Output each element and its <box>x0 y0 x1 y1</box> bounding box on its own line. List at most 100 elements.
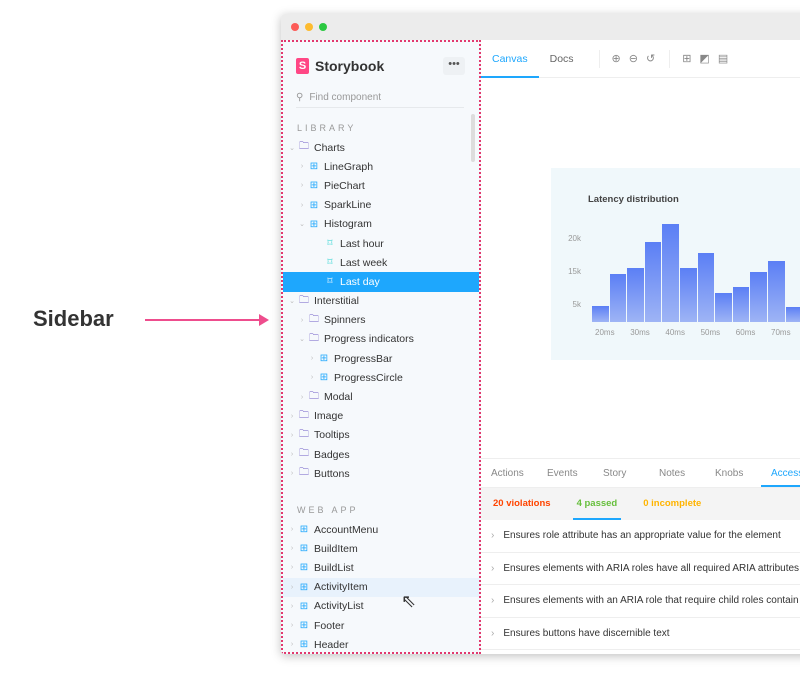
tree-item[interactable]: › ⊞ ProgressCircle <box>283 368 479 387</box>
tree-item[interactable]: › ⊞ PieChart <box>283 176 479 195</box>
component-icon: ⊞ <box>299 600 309 612</box>
addon-tab[interactable]: Accessibility <box>761 459 800 487</box>
tree-item[interactable]: › ⊞ Header <box>283 635 479 652</box>
tree-item-label: Last hour <box>340 237 384 250</box>
tree-item[interactable]: › ⊞ BuildItem <box>283 539 479 558</box>
tree-item-label: Histogram <box>324 218 372 231</box>
chevron-icon: › <box>300 182 304 190</box>
tree-item[interactable]: › ⊞ ProgressBar <box>283 349 479 368</box>
component-icon: ⊞ <box>299 543 309 555</box>
folder-icon: 🗀 <box>299 141 309 153</box>
tree-item[interactable]: › 🗀 Tooltips <box>283 426 479 445</box>
tree-item[interactable]: ⌄ 🗀 Progress indicators <box>283 330 479 349</box>
rule-row[interactable]: › Ensures elements with ARIA roles have a… <box>481 553 800 585</box>
tree-item-label: Header <box>314 638 349 651</box>
tree-item-label: SparkLine <box>324 199 372 212</box>
tree-item[interactable]: › 🗀 Image <box>283 407 479 426</box>
tree-item[interactable]: › ⊞ ActivityItem <box>283 577 479 597</box>
addon-tab[interactable]: Notes <box>649 459 705 487</box>
search-input[interactable]: ⚲ Find component <box>296 88 464 108</box>
component-icon: ⊞ <box>319 372 329 384</box>
folder-icon: 🗀 <box>299 428 309 440</box>
folder-icon: 🗀 <box>299 294 309 306</box>
tree-item[interactable]: › ⊞ LineGraph <box>283 157 479 176</box>
tree-item-label: LineGraph <box>324 160 374 173</box>
zoom-reset-icon[interactable]: ↺ <box>646 52 655 65</box>
tree-item[interactable]: ⌑ Last week <box>283 253 479 272</box>
subtab[interactable]: 4 passed <box>572 488 622 520</box>
histogram-bar <box>785 306 800 322</box>
folder-icon: 🗀 <box>299 448 309 460</box>
tree-item[interactable]: › 🗀 Spinners <box>283 311 479 330</box>
chevron-icon: › <box>300 201 304 209</box>
chevron-right-icon: › <box>491 595 495 607</box>
tree-item-label: AccountMenu <box>314 523 379 536</box>
addon-tab[interactable]: Story <box>593 459 649 487</box>
rule-row[interactable]: › Ensures buttons have discernible text <box>481 618 800 650</box>
chevron-icon: ⌄ <box>299 336 305 344</box>
histogram-bar <box>644 242 662 322</box>
tree-item-label: BuildList <box>314 561 354 574</box>
histogram-chart: Latency distribution 20k 15k 5k 20ms 30ms… <box>551 168 800 360</box>
tree-item[interactable]: › 🗀 Modal <box>283 387 479 406</box>
maximize-window-button[interactable] <box>319 23 327 31</box>
rule-row[interactable]: › Ensures elements with an ARIA role that… <box>481 585 800 618</box>
tree-item-label: Spinners <box>324 314 366 327</box>
tree-item[interactable]: › ⊞ Footer <box>283 616 479 635</box>
chart-title: Latency distribution <box>588 194 679 205</box>
brand[interactable]: S Storybook <box>296 58 384 74</box>
component-icon: ⊞ <box>309 199 319 211</box>
tab-docs[interactable]: Docs <box>539 40 585 78</box>
tree-item[interactable]: › 🗀 Badges <box>283 445 479 464</box>
x-tick-label: 40ms <box>665 328 685 337</box>
rule-row[interactable]: › Ensures role attribute has an appropria… <box>481 520 800 553</box>
tree-item-label: PieChart <box>324 179 365 192</box>
chevron-icon: › <box>290 526 294 534</box>
rule-text: Ensures elements with an ARIA role that … <box>503 595 800 607</box>
histogram-bar <box>732 287 750 322</box>
tree-item-label: ActivityList <box>314 600 364 613</box>
chevron-icon: ⌄ <box>299 221 305 229</box>
minimize-window-button[interactable] <box>305 23 313 31</box>
more-options-button[interactable]: ••• <box>443 57 465 75</box>
component-icon: ⊞ <box>309 161 319 173</box>
histogram-bar <box>750 272 767 322</box>
bookmark-icon: ⌑ <box>327 276 333 288</box>
viewport-icon[interactable]: ▤ <box>718 52 728 65</box>
subtab[interactable]: 0 incomplete <box>643 488 701 520</box>
bookmark-icon: ⌑ <box>327 238 333 250</box>
component-icon: ⊞ <box>319 353 329 365</box>
tree-item[interactable]: › ⊞ AccountMenu <box>283 520 479 539</box>
component-icon: ⊞ <box>299 620 309 632</box>
tab-canvas[interactable]: Canvas <box>481 40 539 78</box>
tree-item[interactable]: › ⊞ ActivityList <box>283 597 479 616</box>
grid-icon[interactable]: ⊞ <box>682 52 691 65</box>
tree-item[interactable]: › 🗀 Buttons <box>283 464 479 483</box>
main-panel: Canvas Docs ⊕ ⊖ ↺ ⊞ ◩ ▤ Latency distribu… <box>481 40 800 654</box>
addon-tab[interactable]: Knobs <box>705 459 761 487</box>
addon-tab[interactable]: Events <box>537 459 593 487</box>
addon-tab[interactable]: Actions <box>481 459 537 487</box>
rule-text: Ensures buttons have discernible text <box>503 627 670 639</box>
tree-item[interactable]: › ⊞ BuildList <box>283 558 479 577</box>
chevron-icon: › <box>290 470 294 478</box>
chevron-icon: ⌄ <box>289 298 295 306</box>
zoom-in-icon[interactable]: ⊕ <box>612 52 621 65</box>
x-tick-label: 20ms <box>595 328 615 337</box>
close-window-button[interactable] <box>291 23 299 31</box>
tree-item[interactable]: ⌄ 🗀 Interstitial <box>283 292 479 311</box>
tree-item-label: ActivityItem <box>314 581 368 594</box>
tree-item[interactable]: ⌑ Last day <box>283 272 479 292</box>
folder-icon: 🗀 <box>309 390 319 402</box>
background-icon[interactable]: ◩ <box>699 52 709 65</box>
zoom-out-icon[interactable]: ⊖ <box>629 52 638 65</box>
tree-item-label: Badges <box>314 448 350 461</box>
chevron-icon: › <box>310 374 314 382</box>
folder-icon: 🗀 <box>299 467 309 479</box>
tree-item[interactable]: ⌄ 🗀 Charts <box>283 138 479 157</box>
component-icon: ⊞ <box>299 581 309 593</box>
subtab[interactable]: 20 violations <box>493 488 551 520</box>
tree-item[interactable]: ⌄ ⊞ Histogram <box>283 215 479 234</box>
tree-item[interactable]: ⌑ Last hour <box>283 234 479 253</box>
tree-item[interactable]: › ⊞ SparkLine <box>283 196 479 215</box>
